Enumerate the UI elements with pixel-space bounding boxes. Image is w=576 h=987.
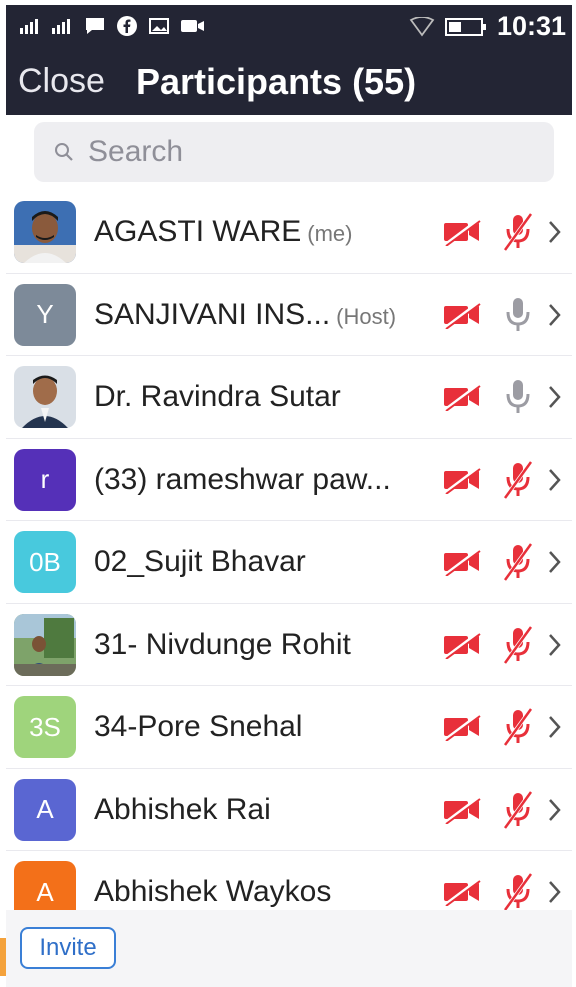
video-off-icon [444, 796, 481, 824]
avatar-initials: 0B [29, 546, 61, 577]
video-off-icon [444, 713, 481, 741]
chevron-right-icon[interactable] [547, 302, 563, 328]
mic-muted-icon [503, 707, 533, 747]
participant-row[interactable]: r (33) rameshwar paw... [6, 439, 572, 521]
participant-name-text: 34-Pore Snehal [94, 710, 303, 743]
signal-icon [20, 19, 38, 34]
chevron-right-icon[interactable] [547, 632, 563, 658]
video-off-icon [444, 878, 481, 906]
participant-row[interactable]: 0B 02_Sujit Bhavar [6, 521, 572, 604]
mic-icon [506, 297, 530, 331]
status-icons [20, 15, 206, 37]
edge-accent [0, 938, 6, 976]
mic-muted-icon [503, 790, 533, 829]
avatar [14, 366, 76, 428]
participant-name: 02_Sujit Bhavar [94, 545, 306, 579]
video-off-icon [444, 548, 481, 576]
chevron-right-icon[interactable] [547, 384, 563, 410]
mic-muted-icon [503, 460, 533, 499]
chevron-right-icon[interactable] [547, 797, 563, 823]
avatar-initials: Y [36, 299, 54, 329]
participant-tag: (me) [307, 221, 353, 246]
clock: 10:31 [496, 11, 566, 41]
chevron-right-icon[interactable] [547, 467, 563, 493]
avatar-initials: A [36, 794, 54, 824]
participant-name: Dr. Ravindra Sutar [94, 380, 341, 414]
participant-tag: (Host) [336, 303, 397, 329]
search-bar [6, 115, 572, 191]
avatar-initials: A [36, 876, 54, 907]
participant-row[interactable]: AGASTI WARE (me) [6, 191, 572, 274]
wifi-icon [409, 16, 435, 37]
mic-muted-icon [503, 212, 533, 252]
participant-name-text: Abhishek Waykos [94, 875, 332, 908]
avatar-initials: r [40, 464, 50, 494]
video-recorder-icon [181, 20, 204, 32]
avatar: 3S [14, 696, 76, 758]
participant-row[interactable]: A Abhishek Rai [6, 769, 572, 851]
participant-name-text: 31- Nivdunge Rohit [94, 627, 351, 661]
footer-bar: Invite [6, 910, 572, 987]
participant-row[interactable]: Y SANJIVANI INS... (Host) [6, 274, 572, 356]
video-off-icon [444, 466, 481, 494]
mic-muted-icon [503, 625, 533, 664]
participant-name-text: Dr. Ravindra Sutar [94, 380, 341, 413]
participant-name: 31- Nivdunge Rohit [94, 628, 351, 662]
participant-name-text: SANJIVANI INS... [94, 297, 331, 331]
gallery-icon [149, 18, 169, 34]
avatar: A [14, 778, 76, 841]
avatar [14, 201, 76, 263]
avatar: Y [14, 283, 76, 346]
invite-button[interactable]: Invite [20, 927, 116, 969]
chevron-right-icon[interactable] [547, 714, 563, 740]
mic-icon [506, 380, 530, 413]
facebook-icon [117, 16, 137, 36]
search-box[interactable] [34, 122, 554, 182]
participant-name-text: Abhishek Rai [94, 792, 271, 826]
avatar: r [14, 448, 76, 511]
status-right: 10:31 [409, 11, 566, 42]
search-icon [55, 143, 73, 161]
participant-row[interactable]: 3S 34-Pore Snehal [6, 686, 572, 769]
video-off-icon [444, 218, 481, 246]
video-off-icon [444, 631, 481, 659]
mic-muted-icon [503, 872, 533, 912]
avatar-initials: 3S [29, 711, 61, 742]
participant-name-text: AGASTI WARE [94, 215, 302, 248]
chevron-right-icon[interactable] [547, 549, 563, 575]
header: Close Participants (55) [6, 49, 572, 115]
video-off-icon [444, 383, 481, 411]
video-off-icon [444, 301, 481, 329]
close-button[interactable]: Close [18, 62, 105, 101]
search-input[interactable] [88, 122, 528, 182]
participant-name: SANJIVANI INS... (Host) [94, 298, 396, 332]
status-bar: 10:31 [6, 5, 572, 49]
participant-name: AGASTI WARE (me) [94, 215, 352, 249]
participant-name-text: 02_Sujit Bhavar [94, 545, 306, 578]
participant-name: Abhishek Rai [94, 793, 271, 827]
participant-row[interactable]: Dr. Ravindra Sutar [6, 356, 572, 439]
participant-name-text: (33) rameshwar paw... [94, 462, 391, 496]
message-icon [86, 18, 104, 34]
signal-icon [52, 19, 70, 34]
participant-list: AGASTI WARE (me) Y SANJIVANI INS... (Host)… [6, 191, 572, 934]
page-title: Participants (55) [136, 61, 417, 102]
mic-muted-icon [503, 542, 533, 582]
chevron-right-icon[interactable] [547, 219, 563, 245]
participant-row[interactable]: 31- Nivdunge Rohit [6, 604, 572, 686]
participant-name: 34-Pore Snehal [94, 710, 302, 744]
battery-icon [444, 17, 486, 36]
avatar: 0B [14, 531, 76, 593]
participant-name: Abhishek Waykos [94, 875, 331, 909]
participant-name: (33) rameshwar paw... [94, 463, 391, 497]
chevron-right-icon[interactable] [547, 879, 563, 905]
avatar [14, 613, 76, 676]
